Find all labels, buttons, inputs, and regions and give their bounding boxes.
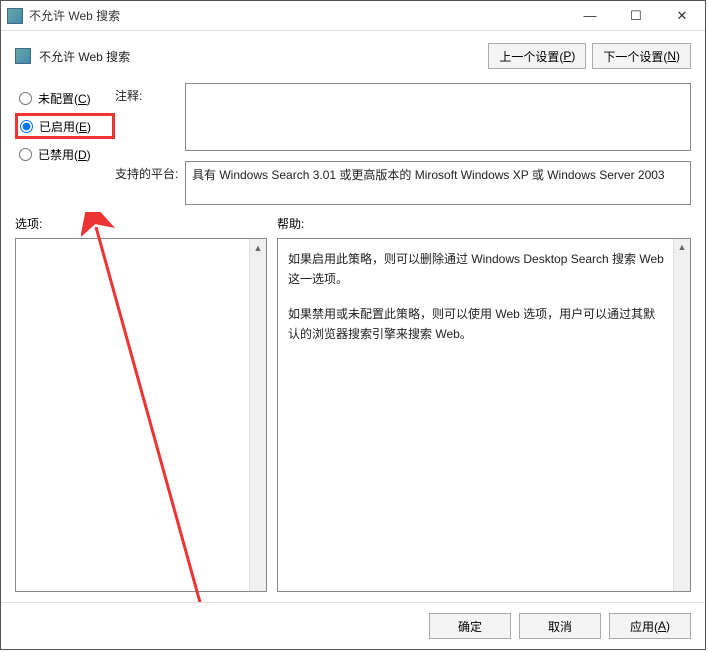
- prev-suffix: ): [571, 49, 575, 63]
- radio-enabled[interactable]: 已启用(E): [15, 113, 115, 139]
- comment-textarea[interactable]: [185, 83, 691, 151]
- prev-key: P: [563, 49, 571, 63]
- radio-key: D: [78, 148, 87, 162]
- platform-label: 支持的平台:: [115, 165, 185, 182]
- maximize-button[interactable]: ☐: [613, 1, 659, 30]
- titlebar[interactable]: 不允许 Web 搜索 — ☐ ✕: [1, 1, 705, 31]
- next-label: 下一个设置(: [603, 48, 667, 65]
- apply-key: A: [658, 619, 666, 633]
- state-radio-group: 未配置(C) 已启用(E) 已禁用(D): [15, 83, 115, 169]
- prev-setting-button[interactable]: 上一个设置(P): [488, 43, 586, 69]
- radio-not-configured[interactable]: 未配置(C): [15, 85, 115, 111]
- options-panel[interactable]: ▲: [15, 238, 267, 592]
- apply-label: 应用(: [630, 618, 658, 635]
- radio-disabled[interactable]: 已禁用(D): [15, 141, 115, 167]
- scrollbar[interactable]: ▲: [673, 239, 690, 591]
- radio-label: 已启用(: [39, 120, 79, 134]
- ok-button[interactable]: 确定: [429, 613, 511, 639]
- cancel-button[interactable]: 取消: [519, 613, 601, 639]
- radio-label: 已禁用(: [38, 148, 78, 162]
- labels-column: 注释: 支持的平台:: [115, 83, 185, 182]
- header-row: 不允许 Web 搜索 上一个设置(P) 下一个设置(N): [1, 31, 705, 77]
- supported-platform-box: 具有 Windows Search 3.01 或更高版本的 Mirosoft W…: [185, 161, 691, 205]
- apply-suffix: ): [666, 619, 670, 633]
- radio-suffix: ): [87, 120, 91, 134]
- next-suffix: ): [676, 49, 680, 63]
- next-setting-button[interactable]: 下一个设置(N): [592, 43, 691, 69]
- help-paragraph: 如果启用此策略，则可以删除通过 Windows Desktop Search 搜…: [288, 249, 664, 290]
- policy-title: 不允许 Web 搜索: [39, 48, 482, 65]
- minimize-button[interactable]: —: [567, 1, 613, 30]
- scroll-up-icon[interactable]: ▲: [250, 239, 266, 256]
- help-label: 帮助:: [277, 215, 691, 232]
- policy-editor-window: 不允许 Web 搜索 — ☐ ✕ 不允许 Web 搜索 上一个设置(P) 下一个…: [0, 0, 706, 650]
- close-button[interactable]: ✕: [659, 1, 705, 30]
- scrollbar[interactable]: ▲: [249, 239, 266, 591]
- radio-key: E: [79, 120, 87, 134]
- next-key: N: [667, 49, 676, 63]
- radio-disabled-input[interactable]: [19, 148, 32, 161]
- radio-enabled-input[interactable]: [20, 120, 33, 133]
- help-panel: 如果启用此策略，则可以删除通过 Windows Desktop Search 搜…: [277, 238, 691, 592]
- radio-suffix: ): [87, 148, 91, 162]
- help-paragraph: 如果禁用或未配置此策略，则可以使用 Web 选项，用户可以通过其默认的浏览器搜索…: [288, 304, 664, 345]
- dialog-footer: 确定 取消 应用(A): [1, 602, 705, 649]
- radio-suffix: ): [87, 92, 91, 106]
- comment-label: 注释:: [115, 87, 185, 165]
- content-area: 未配置(C) 已启用(E) 已禁用(D) 注释: 支持的平台: 具有 Windo…: [1, 77, 705, 602]
- policy-icon: [15, 48, 31, 64]
- radio-key: C: [78, 92, 87, 106]
- radio-not-configured-input[interactable]: [19, 92, 32, 105]
- prev-label: 上一个设置(: [499, 48, 563, 65]
- options-label: 选项:: [15, 215, 277, 232]
- apply-button[interactable]: 应用(A): [609, 613, 691, 639]
- scroll-up-icon[interactable]: ▲: [674, 239, 690, 256]
- radio-label: 未配置(: [38, 92, 78, 106]
- window-title: 不允许 Web 搜索: [29, 7, 567, 24]
- policy-icon: [7, 8, 23, 24]
